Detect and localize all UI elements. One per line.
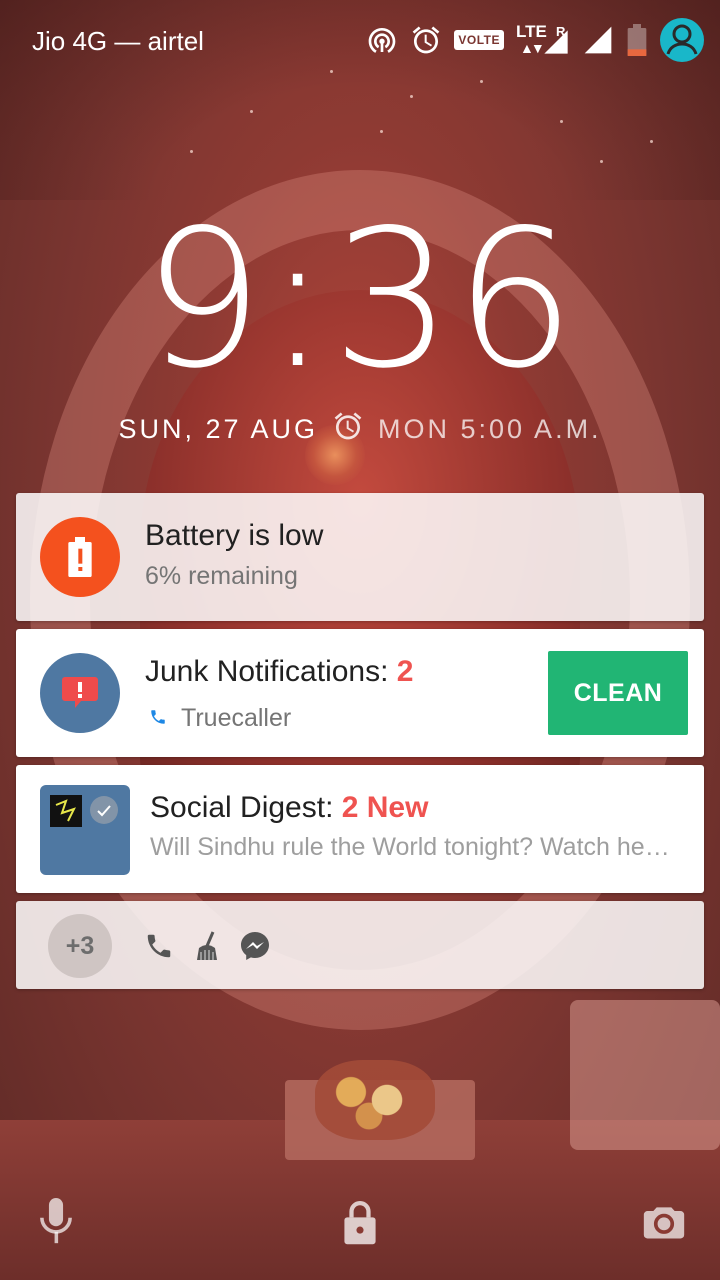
carrier-label: Jio 4G — airtel <box>32 26 204 56</box>
wallpaper-star <box>650 140 653 143</box>
next-alarm-label: MON 5:00 A.M. <box>378 414 602 444</box>
alarm-icon <box>332 410 364 449</box>
wallpaper-star <box>380 130 383 133</box>
camera-icon[interactable] <box>640 1200 688 1244</box>
alarm-icon <box>410 24 442 56</box>
status-icons: VOLTE LTE R ▲▼ <box>366 18 704 62</box>
wallpaper-star <box>560 120 563 123</box>
user-avatar-icon[interactable] <box>660 18 704 62</box>
digest-new-count: 2 New <box>341 791 429 824</box>
digest-title-text: Social Digest: <box>150 791 342 824</box>
lock-icon[interactable] <box>340 1198 380 1248</box>
junk-count: 2 <box>396 655 414 688</box>
date-label: SUN, 27 AUG <box>118 414 318 444</box>
status-bar: Jio 4G — airtel VOLTE LTE R ▲▼ <box>0 0 720 84</box>
phone-icon <box>149 704 167 733</box>
spam-alert-icon <box>40 653 120 733</box>
volte-badge: VOLTE <box>454 30 504 50</box>
data-arrows-icon: ▲▼ <box>520 40 545 56</box>
date-alarm-line: SUN, 27 AUG MON 5:00 A.M. <box>0 410 720 449</box>
wallpaper-star <box>250 110 253 113</box>
notification-junk[interactable]: Junk Notifications: 2 Truecaller CLEAN <box>16 629 704 757</box>
more-notifications-badge[interactable]: +3 <box>48 914 112 978</box>
wallpaper-star <box>600 160 603 163</box>
wallpaper-star <box>410 95 413 98</box>
notification-social-digest[interactable]: Social Digest: 2 New Will Sindhu rule th… <box>16 765 704 893</box>
microphone-icon[interactable] <box>36 1196 76 1248</box>
phone-icon <box>142 929 176 963</box>
clean-button[interactable]: CLEAN <box>548 651 688 735</box>
hotspot-icon <box>366 24 398 56</box>
notification-source: Truecaller <box>149 704 291 733</box>
notification-subtitle: Will Sindhu rule the World tonight? Watc… <box>150 833 670 861</box>
wallpaper-chair <box>570 1000 720 1150</box>
notification-overflow-row[interactable]: +3 <box>16 901 704 989</box>
notification-title: Battery is low <box>145 519 324 552</box>
notification-title: Social Digest: 2 New <box>150 791 428 825</box>
notification-battery-low[interactable]: Battery is low 6% remaining <box>16 493 704 621</box>
social-digest-icon <box>40 785 130 875</box>
notification-title: Junk Notifications: 2 <box>145 655 413 689</box>
wallpaper-star <box>190 150 193 153</box>
lockscreen-clock: 9:36 <box>142 189 578 410</box>
signal-icon <box>582 24 614 56</box>
source-label: Truecaller <box>181 704 292 732</box>
cleaner-broom-icon <box>190 929 224 963</box>
battery-low-icon <box>626 24 648 56</box>
battery-alert-icon <box>40 517 120 597</box>
junk-title-text: Junk Notifications: <box>145 655 397 688</box>
wallpaper-flowers <box>315 1060 435 1140</box>
notification-subtitle: 6% remaining <box>145 562 298 590</box>
messenger-icon <box>238 929 272 963</box>
lte-signal-icon: LTE R ▲▼ <box>516 22 570 58</box>
